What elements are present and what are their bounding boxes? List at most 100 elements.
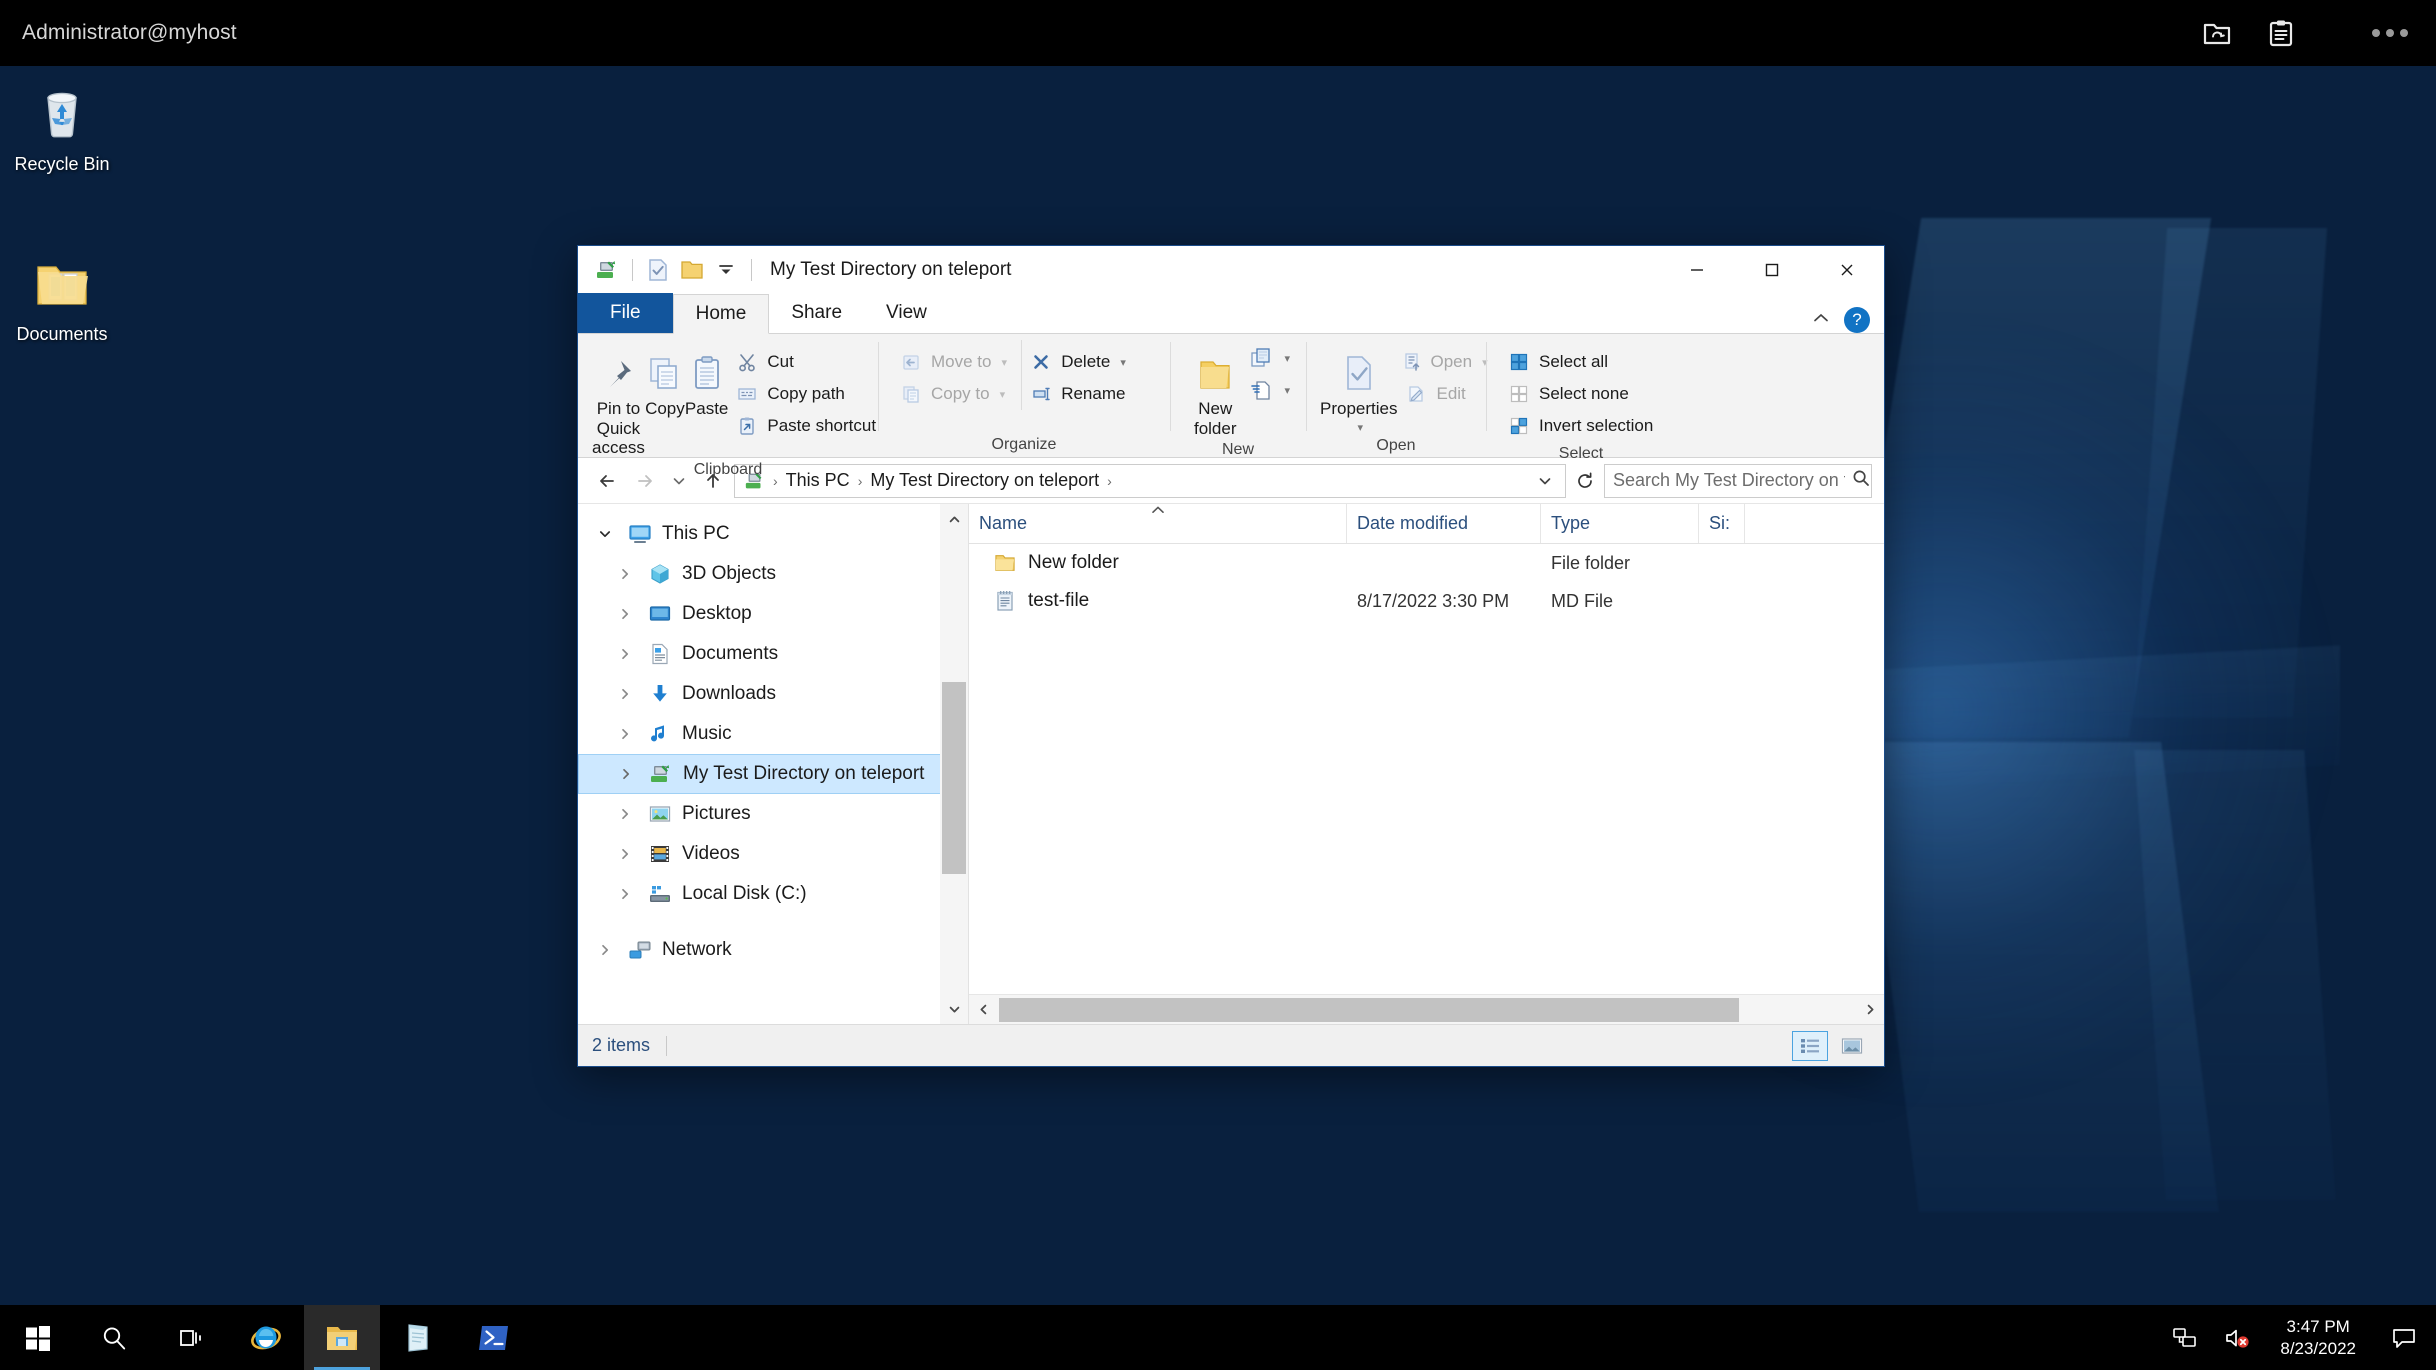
column-size[interactable]: Si:: [1699, 504, 1745, 543]
clipboard-icon[interactable]: [2264, 16, 2298, 50]
new-folder-button[interactable]: New folder: [1184, 340, 1246, 438]
cut-button[interactable]: Cut: [728, 346, 882, 378]
chevron-right-icon[interactable]: [592, 943, 618, 957]
chevron-right-icon[interactable]: [612, 607, 638, 621]
sidebar-item-downloads[interactable]: Downloads: [578, 674, 968, 714]
sidebar-item-music[interactable]: Music: [578, 714, 968, 754]
chevron-right-icon[interactable]: [612, 687, 638, 701]
sidebar-item-network[interactable]: Network: [578, 930, 968, 970]
pin-to-quick-access-button[interactable]: Pin to Quick access: [592, 340, 645, 458]
minimize-button[interactable]: [1659, 246, 1734, 294]
paste-button[interactable]: Paste: [685, 340, 728, 419]
notepad-icon[interactable]: [380, 1305, 456, 1370]
sidebar-item-label: 3D Objects: [682, 563, 776, 585]
window-titlebar[interactable]: My Test Directory on teleport: [578, 246, 1884, 294]
new-item-button[interactable]: ▾: [1246, 342, 1292, 374]
sidebar-item-documents[interactable]: Documents: [578, 634, 968, 674]
network-icon[interactable]: [2168, 1321, 2202, 1355]
new-item-icon: [1248, 345, 1274, 371]
refresh-button[interactable]: [1570, 464, 1600, 498]
file-horizontal-scrollbar[interactable]: [969, 994, 1884, 1024]
rename-button[interactable]: Rename: [1022, 378, 1156, 410]
file-explorer-icon[interactable]: [304, 1305, 380, 1370]
task-view-icon[interactable]: [152, 1305, 228, 1370]
move-to-button[interactable]: Move to ▾: [892, 346, 1021, 378]
breadcrumb-separator[interactable]: ›: [1107, 473, 1112, 489]
internet-explorer-icon[interactable]: [228, 1305, 304, 1370]
invert-selection-button[interactable]: Invert selection: [1500, 410, 1662, 442]
chevron-right-icon[interactable]: [612, 887, 638, 901]
chevron-right-icon[interactable]: [612, 647, 638, 661]
tab-view[interactable]: View: [864, 293, 949, 333]
sidebar-item-local-disk-c[interactable]: Local Disk (C:): [578, 874, 968, 914]
sidebar-item-3d-objects[interactable]: 3D Objects: [578, 554, 968, 594]
tab-home[interactable]: Home: [673, 294, 770, 334]
properties-button[interactable]: Properties ▾: [1320, 340, 1397, 434]
maximize-button[interactable]: [1734, 246, 1809, 294]
large-icons-view-button[interactable]: [1834, 1031, 1870, 1061]
chevron-right-icon[interactable]: [613, 767, 639, 781]
properties-icon[interactable]: [641, 253, 675, 287]
easy-access-button[interactable]: ▾: [1246, 374, 1292, 406]
file-scroll-track[interactable]: [997, 995, 1856, 1025]
more-options-icon[interactable]: [2372, 29, 2408, 37]
tab-file[interactable]: File: [578, 293, 673, 333]
nav-vertical-scrollbar[interactable]: [940, 504, 968, 1024]
customize-dropdown-icon[interactable]: [709, 253, 743, 287]
file-transfer-icon[interactable]: [2200, 16, 2234, 50]
table-row[interactable]: test-file 8/17/2022 3:30 PM MD File: [969, 582, 1884, 620]
volume-muted-icon[interactable]: [2220, 1321, 2254, 1355]
copy-button[interactable]: Copy: [645, 340, 685, 419]
scroll-left-icon[interactable]: [969, 995, 997, 1025]
chevron-right-icon[interactable]: [612, 807, 638, 821]
sidebar-item-pictures[interactable]: Pictures: [578, 794, 968, 834]
chevron-right-icon[interactable]: [612, 567, 638, 581]
scroll-down-icon[interactable]: [940, 994, 968, 1024]
paste-shortcut-button[interactable]: Paste shortcut: [728, 410, 882, 442]
clock[interactable]: 3:47 PM 8/23/2022: [2272, 1316, 2364, 1359]
address-dropdown-icon[interactable]: [1531, 465, 1559, 497]
new-folder-icon[interactable]: [675, 253, 709, 287]
nav-scroll-track[interactable]: [940, 534, 968, 994]
search-input[interactable]: [1613, 470, 1845, 491]
search-icon[interactable]: [76, 1305, 152, 1370]
sidebar-item-this-pc[interactable]: This PC: [578, 514, 968, 554]
nav-scroll-thumb[interactable]: [942, 682, 966, 874]
easy-access-icon: [1248, 377, 1274, 403]
scroll-up-icon[interactable]: [940, 504, 968, 534]
close-button[interactable]: [1809, 246, 1884, 294]
column-name[interactable]: Name: [969, 504, 1347, 543]
sidebar-item-videos[interactable]: Videos: [578, 834, 968, 874]
tab-share[interactable]: Share: [769, 293, 864, 333]
copy-to-button[interactable]: Copy to ▾: [892, 378, 1021, 410]
select-all-button[interactable]: Select all: [1500, 346, 1662, 378]
copy-path-button[interactable]: Copy path: [728, 378, 882, 410]
desktop-icon-recycle-bin[interactable]: Recycle Bin: [0, 80, 124, 176]
start-button[interactable]: [0, 1305, 76, 1370]
copy-path-icon: [734, 381, 760, 407]
breadcrumb-current-folder[interactable]: My Test Directory on teleport: [866, 470, 1103, 491]
powershell-icon[interactable]: [456, 1305, 532, 1370]
edit-button[interactable]: Edit: [1397, 378, 1489, 410]
scroll-right-icon[interactable]: [1856, 995, 1884, 1025]
sidebar-item-desktop[interactable]: Desktop: [578, 594, 968, 634]
column-type[interactable]: Type: [1541, 504, 1699, 543]
collapse-ribbon-icon[interactable]: [1812, 311, 1830, 329]
network-drive-icon[interactable]: [590, 253, 624, 287]
table-row[interactable]: New folder File folder: [969, 544, 1884, 582]
chevron-down-icon[interactable]: [592, 527, 618, 541]
sidebar-item-my-test-directory[interactable]: My Test Directory on teleport: [578, 754, 968, 794]
notifications-icon[interactable]: [2382, 1305, 2426, 1370]
open-button[interactable]: Open ▾: [1397, 346, 1489, 378]
details-view-button[interactable]: [1792, 1031, 1828, 1061]
chevron-right-icon[interactable]: [612, 727, 638, 741]
desktop-icon-documents[interactable]: Documents: [0, 250, 124, 346]
help-button[interactable]: ?: [1844, 307, 1870, 333]
delete-button[interactable]: Delete ▾: [1022, 346, 1156, 378]
column-date-modified[interactable]: Date modified: [1347, 504, 1541, 543]
chevron-right-icon[interactable]: [612, 847, 638, 861]
select-none-button[interactable]: Select none: [1500, 378, 1662, 410]
copy-to-icon: [898, 381, 924, 407]
file-scroll-thumb[interactable]: [999, 998, 1739, 1022]
search-box[interactable]: [1604, 464, 1872, 498]
